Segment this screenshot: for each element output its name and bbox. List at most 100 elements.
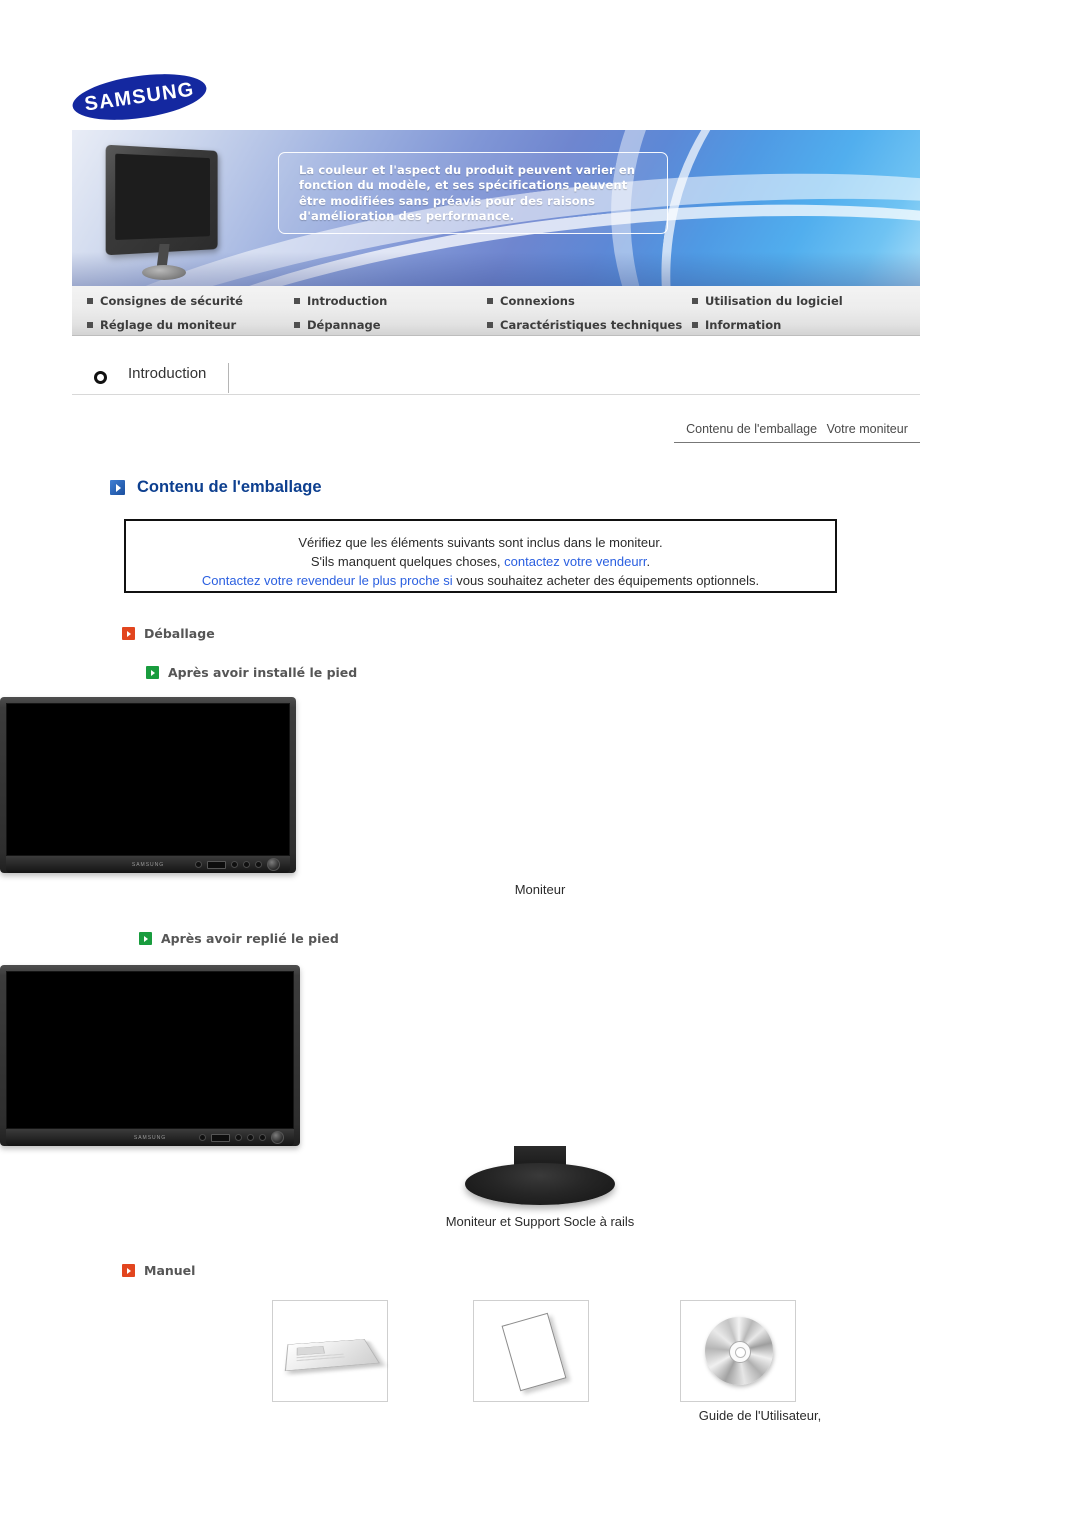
disclaimer-line-3: être modifiées sans préavis pour des rai… bbox=[299, 193, 596, 208]
nav-row-2: Réglage du moniteur Dépannage Caractéris… bbox=[72, 312, 920, 337]
page-title: Contenu de l'emballage bbox=[110, 478, 322, 497]
manual-item-warranty-card bbox=[473, 1300, 589, 1402]
page-title-text: Contenu de l'emballage bbox=[137, 478, 322, 496]
subsection-apres-avoir-replie-le-pied: Après avoir replié le pied bbox=[139, 931, 339, 946]
nav-item-label: Connexions bbox=[500, 293, 575, 308]
manual-item-setup-guide bbox=[272, 1300, 388, 1402]
subsection-deballage: Déballage bbox=[122, 626, 215, 641]
contact-nearest-reseller-link[interactable]: Contactez votre revendeur le plus proche… bbox=[202, 573, 453, 588]
notice-line-3-suffix: vous souhaitez acheter des équipements o… bbox=[452, 573, 760, 588]
breadcrumb: Contenu de l'emballage Votre moniteur bbox=[674, 422, 920, 443]
square-bullet-icon bbox=[294, 321, 300, 328]
monitor-screen bbox=[6, 971, 294, 1129]
monitor-brand-label: SAMSUNG bbox=[133, 1134, 167, 1141]
manual-item-user-guide-cd bbox=[680, 1300, 796, 1402]
control-button-icon bbox=[259, 1134, 266, 1141]
nav-item-consignes-de-securite[interactable]: Consignes de sécurité bbox=[87, 288, 243, 313]
red-arrow-icon bbox=[122, 627, 135, 640]
section-tab-label: Introduction bbox=[128, 365, 207, 382]
nav-item-reglage-du-moniteur[interactable]: Réglage du moniteur bbox=[87, 312, 236, 337]
monitor-brand-label: SAMSUNG bbox=[131, 861, 165, 868]
subsection-label: Après avoir installé le pied bbox=[168, 665, 358, 680]
square-bullet-icon bbox=[487, 297, 493, 304]
samsung-logo: SAMSUNG bbox=[69, 66, 210, 128]
disclaimer-line-4: d'amélioration des performance. bbox=[299, 209, 515, 224]
source-button-icon bbox=[207, 860, 226, 869]
ring-icon bbox=[94, 371, 107, 384]
monitor-frame: SAMSUNG bbox=[0, 697, 296, 873]
monitor-bottom-bezel: SAMSUNG bbox=[6, 856, 290, 873]
notice-line-3: Contactez votre revendeur le plus proche… bbox=[126, 571, 835, 590]
monitor-image: SAMSUNG bbox=[0, 697, 1080, 873]
source-button-icon bbox=[211, 1133, 230, 1142]
contact-vendor-link[interactable]: contactez votre vendeurr bbox=[504, 554, 646, 569]
figure-monitor-with-stand: SAMSUNG Moniteur et Support Socle à rail… bbox=[0, 965, 1080, 1229]
monitor-control-buttons bbox=[199, 1131, 284, 1144]
square-bullet-icon bbox=[487, 321, 493, 328]
blue-arrow-icon bbox=[110, 480, 125, 495]
square-bullet-icon bbox=[692, 297, 698, 304]
main-navigation-bar: Consignes de sécurité Introduction Conne… bbox=[72, 286, 920, 336]
banner-monitor-body bbox=[105, 144, 218, 256]
notice-line-1: Vérifiez que les éléments suivants sont … bbox=[298, 535, 663, 550]
monitor-control-buttons bbox=[195, 858, 280, 871]
nav-item-label: Dépannage bbox=[307, 317, 381, 332]
nav-item-introduction[interactable]: Introduction bbox=[294, 288, 387, 313]
card-icon bbox=[501, 1312, 567, 1392]
disclaimer-line-1: La couleur et l'aspect du produit peuven… bbox=[299, 163, 636, 177]
nav-item-label: Introduction bbox=[307, 293, 388, 308]
subsection-apres-avoir-installe-le-pied: Après avoir installé le pied bbox=[146, 665, 357, 680]
control-button-icon bbox=[231, 861, 238, 868]
monitor-frame: SAMSUNG bbox=[0, 965, 300, 1146]
figure-caption: Moniteur bbox=[514, 882, 566, 897]
tab-underline bbox=[72, 394, 920, 395]
nav-item-caracteristiques-techniques[interactable]: Caractéristiques techniques bbox=[487, 312, 682, 337]
notice-line-2-prefix: S'ils manquent quelques choses, bbox=[310, 554, 505, 569]
breadcrumb-item-votre-moniteur[interactable]: Votre moniteur bbox=[827, 422, 908, 436]
menu-button-icon bbox=[195, 861, 202, 868]
cd-hub-shape bbox=[734, 1346, 746, 1358]
logo-wordmark: SAMSUNG bbox=[83, 77, 196, 116]
banner-monitor-screen bbox=[115, 153, 210, 241]
red-arrow-icon bbox=[122, 1264, 135, 1277]
monitor-stand-base bbox=[465, 1163, 615, 1205]
green-arrow-icon bbox=[139, 932, 152, 945]
subsection-label: Déballage bbox=[144, 626, 215, 641]
nav-item-connexions[interactable]: Connexions bbox=[487, 288, 575, 313]
figure-caption: Moniteur et Support Socle à rails bbox=[445, 1214, 635, 1229]
subsection-manuel: Manuel bbox=[122, 1263, 195, 1278]
notice-box: Vérifiez que les éléments suivants sont … bbox=[124, 519, 837, 593]
nav-item-label: Information bbox=[705, 317, 782, 332]
green-arrow-icon bbox=[146, 666, 159, 679]
square-bullet-icon bbox=[692, 321, 698, 328]
nav-item-label: Réglage du moniteur bbox=[100, 317, 237, 332]
menu-button-icon bbox=[199, 1134, 206, 1141]
cd-disc-icon bbox=[705, 1317, 773, 1385]
subsection-label: Après avoir replié le pied bbox=[161, 931, 339, 946]
control-button-icon bbox=[235, 1134, 242, 1141]
nav-item-depannage[interactable]: Dépannage bbox=[294, 312, 381, 337]
booklet-label-shape bbox=[296, 1345, 326, 1356]
square-bullet-icon bbox=[294, 297, 300, 304]
banner-monitor-base bbox=[142, 265, 186, 280]
nav-item-label: Utilisation du logiciel bbox=[705, 293, 843, 308]
power-button-icon bbox=[267, 858, 280, 871]
manual-page: SAMSUNG La couleur et l'aspect du produi… bbox=[0, 0, 1080, 1528]
booklet-icon bbox=[284, 1339, 380, 1372]
nav-item-label: Consignes de sécurité bbox=[100, 293, 243, 308]
control-button-icon bbox=[243, 861, 250, 868]
nav-row-1: Consignes de sécurité Introduction Conne… bbox=[72, 288, 920, 313]
notice-line-2-suffix: . bbox=[646, 554, 651, 569]
breadcrumb-item-contenu-de-lemballage[interactable]: Contenu de l'emballage bbox=[686, 422, 817, 436]
square-bullet-icon bbox=[87, 297, 93, 304]
figure-monitor: SAMSUNG Moniteur bbox=[0, 697, 1080, 897]
nav-item-utilisation-du-logiciel[interactable]: Utilisation du logiciel bbox=[692, 288, 843, 313]
nav-item-label: Caractéristiques techniques bbox=[500, 317, 683, 332]
manual-item-caption: Guide de l'Utilisateur, bbox=[698, 1408, 822, 1423]
section-tab-bar: Introduction bbox=[72, 363, 920, 395]
control-button-icon bbox=[255, 861, 262, 868]
banner-disclaimer-callout: La couleur et l'aspect du produit peuven… bbox=[278, 152, 668, 234]
disclaimer-line-2: fonction du modèle, et ses spécification… bbox=[299, 178, 628, 193]
square-bullet-icon bbox=[87, 321, 93, 328]
nav-item-information[interactable]: Information bbox=[692, 312, 781, 337]
